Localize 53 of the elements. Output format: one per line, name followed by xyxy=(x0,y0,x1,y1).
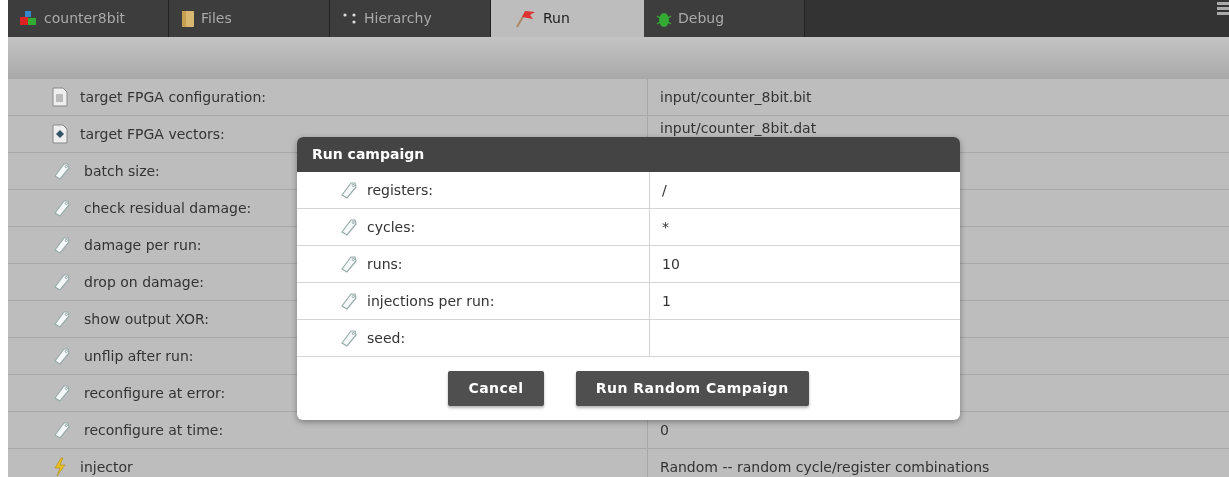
tab[interactable]: Hierarchy xyxy=(330,0,491,37)
property-label: target FPGA vectors: xyxy=(80,124,225,144)
property-label: show output XOR: xyxy=(84,309,209,329)
tag-icon xyxy=(339,291,359,311)
tag-icon xyxy=(52,309,72,329)
property-value: 0 xyxy=(660,421,669,439)
property-label: reconfigure at time: xyxy=(84,420,224,440)
tag-icon xyxy=(52,161,72,181)
flag-icon xyxy=(515,9,537,28)
tag-icon xyxy=(52,420,72,440)
property-value: input/counter_8bit.bit xyxy=(660,88,812,106)
folder-icon xyxy=(181,9,195,28)
tag-icon xyxy=(52,272,72,292)
tab[interactable]: Debug xyxy=(644,0,805,37)
field-label: registers: xyxy=(367,180,433,200)
value-field[interactable]: 1 xyxy=(650,283,960,319)
tab[interactable]: Files xyxy=(169,0,330,37)
tag-icon xyxy=(339,217,359,237)
tag-icon xyxy=(339,328,359,348)
field-label: seed: xyxy=(367,328,406,348)
dialog-title: Run campaign xyxy=(312,145,425,164)
blocks-icon xyxy=(20,10,38,27)
tag-icon xyxy=(52,198,72,218)
field-label: injections per run: xyxy=(367,291,495,311)
property-value: Random -- random cycle/register combinations xyxy=(660,458,990,476)
value-field[interactable]: * xyxy=(650,209,960,245)
menu-icon[interactable] xyxy=(1217,0,1229,16)
file-icon xyxy=(52,87,68,107)
field-label: cycles: xyxy=(367,217,416,237)
property-label: injector xyxy=(80,457,133,477)
cancel-button[interactable]: Cancel xyxy=(448,371,544,406)
tab[interactable]: Run xyxy=(491,0,644,37)
property-label: unflip after run: xyxy=(84,346,194,366)
tag-icon xyxy=(52,383,72,403)
property-label: batch size: xyxy=(84,161,160,181)
property-label: reconfigure at error: xyxy=(84,383,226,403)
property-value: input/counter_8bit.dat xyxy=(660,119,817,137)
tag-icon xyxy=(52,346,72,366)
value-field[interactable]: / xyxy=(650,172,960,208)
value-field[interactable]: 10 xyxy=(650,246,960,282)
run-button[interactable]: Run Random Campaign xyxy=(575,371,809,406)
property-label: target FPGA configuration: xyxy=(80,87,266,107)
lightning-icon xyxy=(52,457,68,477)
tag-icon xyxy=(52,235,72,255)
field-label: runs: xyxy=(367,254,403,274)
property-label: drop on damage: xyxy=(84,272,205,292)
vector-file-icon xyxy=(52,124,68,144)
property-label: damage per run: xyxy=(84,235,202,255)
hierarchy-icon xyxy=(342,11,358,26)
property-label: check residual damage: xyxy=(84,198,252,218)
tab[interactable]: counter8bit xyxy=(8,0,169,37)
tag-icon xyxy=(339,254,359,274)
tag-icon xyxy=(339,180,359,200)
